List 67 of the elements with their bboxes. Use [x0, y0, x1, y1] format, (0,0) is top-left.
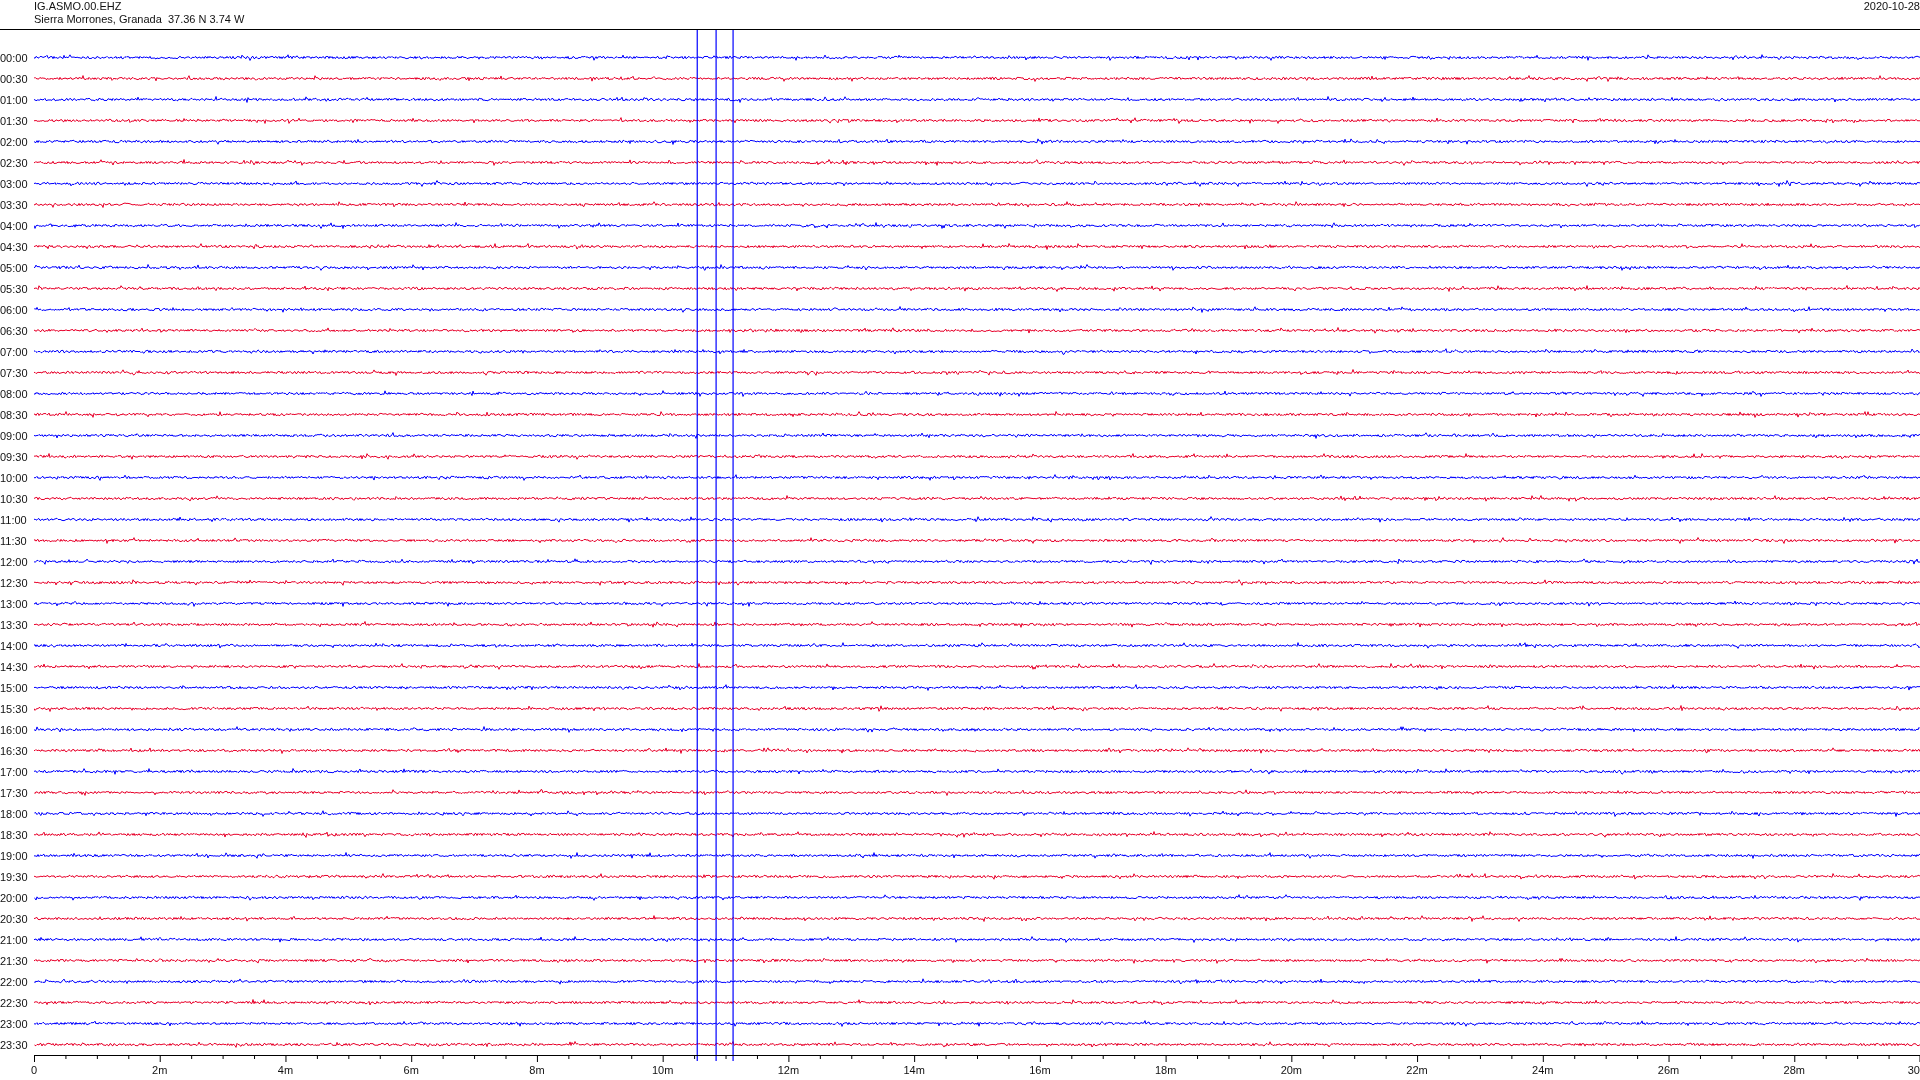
time-label: 01:00: [0, 93, 29, 106]
axis-tick-label: 28m: [1783, 1064, 1805, 1076]
time-label: 11:00: [0, 513, 28, 526]
plot-date: 2020-10-28: [1863, 0, 1920, 14]
time-label: 01:30: [0, 114, 29, 127]
station-code: IG.ASMO.00.EHZ: [34, 0, 123, 13]
time-label: 14:30: [0, 660, 29, 673]
time-label: 15:00: [0, 681, 29, 694]
time-label: 23:00: [0, 1017, 29, 1030]
time-label: 03:30: [0, 198, 29, 211]
time-label: 17:00: [0, 765, 29, 778]
time-label: 15:30: [0, 702, 29, 715]
time-label: 19:00: [0, 849, 29, 862]
axis-tick-label: 12m: [777, 1064, 800, 1076]
time-label: 13:30: [0, 618, 29, 631]
time-label: 21:00: [0, 933, 29, 946]
time-label: 09:30: [0, 450, 29, 463]
time-label: 14:00: [0, 639, 29, 652]
axis-tick-label: 26m: [1657, 1064, 1680, 1076]
time-label: 21:30: [0, 954, 29, 967]
time-label: 12:00: [0, 555, 29, 568]
time-label: 18:00: [0, 807, 29, 820]
time-label: 19:30: [0, 870, 29, 883]
time-label: 05:00: [0, 261, 29, 274]
axis-tick-label: 4m: [277, 1064, 294, 1076]
axis-tick-label: 14m: [903, 1064, 925, 1076]
axis-tick-label: 16m: [1029, 1064, 1051, 1076]
axis-tick-label: 10m: [651, 1064, 674, 1076]
time-label: 04:30: [0, 240, 29, 253]
axis-tick-label: 22m: [1406, 1064, 1428, 1076]
time-label: 10:00: [0, 471, 29, 484]
time-label: 00:30: [0, 72, 29, 85]
time-label: 18:30: [0, 828, 29, 841]
axis-tick-label: 2m: [152, 1064, 168, 1076]
time-label: 11:30: [0, 534, 28, 547]
time-label: 13:00: [0, 597, 29, 610]
time-label: 20:00: [0, 891, 29, 904]
axis-tick-label: 30: [1907, 1064, 1920, 1076]
time-label: 05:30: [0, 282, 29, 295]
time-label: 16:00: [0, 723, 29, 736]
time-label: 07:00: [0, 345, 29, 358]
time-label: 10:30: [0, 492, 29, 505]
axis-tick-label: 0: [31, 1064, 38, 1076]
axis-tick-label: 20m: [1280, 1064, 1303, 1076]
time-label: 08:30: [0, 408, 29, 421]
time-label: 02:00: [0, 135, 29, 148]
time-label: 20:30: [0, 912, 29, 925]
time-label: 22:30: [0, 996, 29, 1009]
axis-tick-label: 8m: [529, 1064, 545, 1076]
time-label: 07:30: [0, 366, 29, 379]
time-label: 22:00: [0, 975, 29, 988]
time-label: 16:30: [0, 744, 29, 757]
time-label: 06:30: [0, 324, 29, 337]
time-label: 09:00: [0, 429, 29, 442]
time-label: 04:00: [0, 219, 29, 232]
time-label: 17:30: [0, 786, 29, 799]
time-label: 02:30: [0, 156, 29, 169]
time-label: 08:00: [0, 387, 29, 400]
axis-tick-label: 18m: [1154, 1064, 1177, 1076]
time-label: 00:00: [0, 51, 29, 64]
station-location: Sierra Morrones, Granada 37.36 N 3.74 W: [34, 13, 245, 26]
axis-tick-label: 6m: [403, 1064, 419, 1076]
axis-tick-label: 24m: [1532, 1064, 1554, 1076]
time-label: 12:30: [0, 576, 29, 589]
time-label: 23:30: [0, 1038, 29, 1051]
time-label: 03:00: [0, 177, 29, 190]
time-label: 06:00: [0, 303, 29, 316]
